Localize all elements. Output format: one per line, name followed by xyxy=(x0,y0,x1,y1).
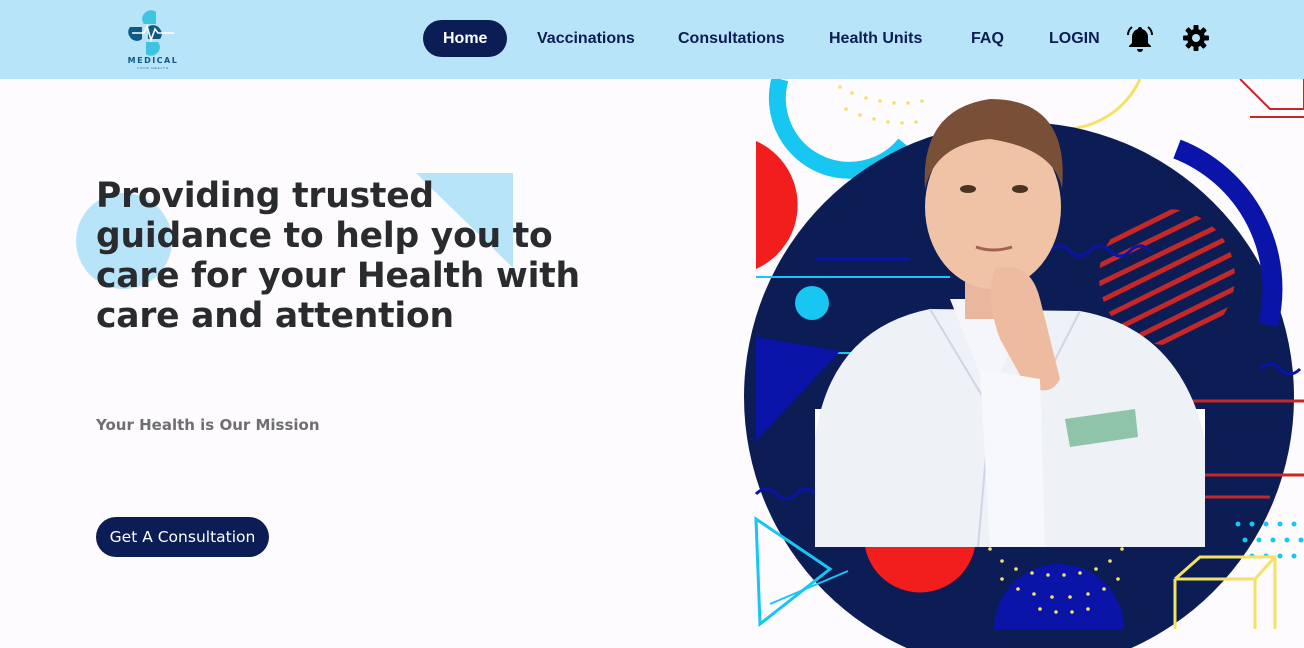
medical-cross-heartbeat-icon xyxy=(128,10,174,56)
nav-login[interactable]: LOGIN xyxy=(1049,20,1100,57)
brand-logo[interactable]: MEDICAL YOUR HEALTH xyxy=(126,9,180,70)
hero-title: Providing trusted guidance to help you t… xyxy=(96,176,580,336)
gear-icon[interactable] xyxy=(1182,24,1212,54)
hero-subtitle: Your Health is Our Mission xyxy=(96,416,320,434)
brand-name: MEDICAL xyxy=(127,56,179,65)
nav-home[interactable]: Home xyxy=(423,20,508,57)
hero-illustration xyxy=(740,76,1304,648)
brand-tagline: YOUR HEALTH xyxy=(136,66,170,70)
top-navbar: MEDICAL YOUR HEALTH Home Vaccinations Co… xyxy=(0,0,1304,79)
nav-health-units[interactable]: Health Units xyxy=(829,20,922,57)
get-consultation-button[interactable]: Get A Consultation xyxy=(96,517,269,557)
nav-consultations[interactable]: Consultations xyxy=(678,20,785,57)
bell-icon[interactable] xyxy=(1125,24,1155,54)
nav-faq[interactable]: FAQ xyxy=(971,20,1004,57)
nav-vaccinations[interactable]: Vaccinations xyxy=(537,20,635,57)
